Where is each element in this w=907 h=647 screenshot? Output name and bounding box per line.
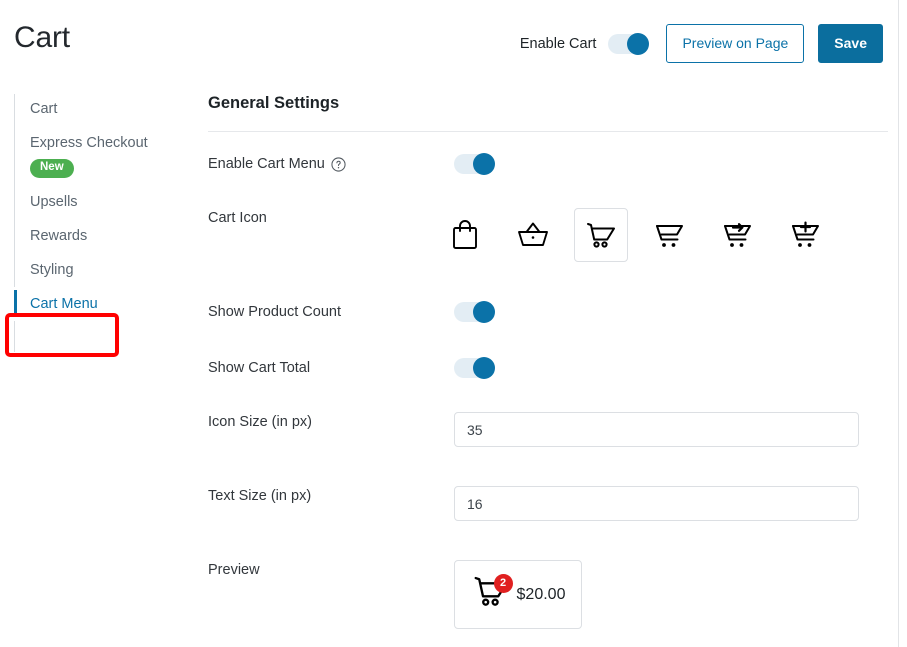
section-title: General Settings <box>208 94 340 112</box>
row-control: 2 $20.00 <box>454 560 888 629</box>
row-label: Cart Icon <box>208 208 454 226</box>
sidebar-item-label: Cart Menu <box>30 295 98 312</box>
show-cart-total-toggle[interactable] <box>454 357 495 379</box>
cart-icon-option-cart-plus[interactable] <box>778 208 832 262</box>
save-button[interactable]: Save <box>818 24 883 63</box>
section-divider <box>208 131 888 132</box>
sidebar-item-styling[interactable]: Styling <box>14 253 194 287</box>
cart-icon-options <box>438 208 888 262</box>
enable-cart-label: Enable Cart <box>519 35 597 52</box>
toggle-knob <box>473 301 495 323</box>
cart-plus-icon <box>788 219 822 251</box>
page-title: Cart <box>14 21 70 54</box>
shopping-cart-icon <box>584 219 618 251</box>
cart-settings-page: Cart Enable Cart Preview on Page Save Ca… <box>0 0 907 647</box>
preview-cart-icon-wrap: 2 <box>471 573 513 615</box>
enable-cart-toggle[interactable] <box>608 32 650 55</box>
sidebar-item-label: Express Checkout <box>30 135 148 151</box>
sidebar-item-upsells[interactable]: Upsells <box>14 185 194 219</box>
cart-icon-option-cart-arrow[interactable] <box>710 208 764 262</box>
sidebar-item-label: Upsells <box>30 193 78 210</box>
sidebar-item-label: Rewards <box>30 227 88 244</box>
new-badge: New <box>30 159 74 178</box>
row-control <box>454 412 888 447</box>
toggle-knob <box>473 153 495 175</box>
row-label: Enable Cart Menu <box>208 154 454 172</box>
row-show-cart-total: Show Cart Total <box>208 357 888 379</box>
row-label: Text Size (in px) <box>208 486 454 504</box>
show-product-count-toggle[interactable] <box>454 301 495 323</box>
shopping-bag-icon <box>450 219 480 251</box>
header-actions: Enable Cart Preview on Page Save <box>520 24 883 63</box>
text-size-input[interactable] <box>454 486 859 521</box>
sidebar-item-express-checkout[interactable]: Express Checkout New <box>14 126 194 185</box>
page-right-border <box>898 0 899 647</box>
cart-icon-option-cart-outline[interactable] <box>642 208 696 262</box>
row-label: Show Product Count <box>208 302 454 320</box>
row-label: Preview <box>208 560 454 578</box>
cart-icon-option-shopping-cart[interactable] <box>574 208 628 262</box>
row-label: Show Cart Total <box>208 358 454 376</box>
row-show-product-count: Show Product Count <box>208 301 888 323</box>
show-cart-total-label: Show Cart Total <box>208 360 311 376</box>
sidebar-nav: Cart Express Checkout New Upsells Reward… <box>14 92 194 352</box>
enable-cart-menu-toggle[interactable] <box>454 153 495 175</box>
sidebar-item-cart[interactable]: Cart <box>14 92 194 126</box>
row-control <box>454 486 888 521</box>
row-icon-size: Icon Size (in px) <box>208 412 888 447</box>
cart-count-badge: 2 <box>493 573 513 593</box>
sidebar-item-rewards[interactable]: Rewards <box>14 219 194 253</box>
preview-cart-total: $20.00 <box>516 585 566 603</box>
toggle-knob <box>627 32 650 55</box>
row-control <box>454 357 888 379</box>
icon-size-input[interactable] <box>454 412 859 447</box>
row-control <box>454 301 888 323</box>
cart-menu-preview: 2 $20.00 <box>454 560 582 629</box>
row-text-size: Text Size (in px) <box>208 486 888 521</box>
toggle-knob <box>473 357 495 379</box>
row-preview: Preview 2 $20.00 <box>208 560 888 629</box>
general-settings-panel: General Settings Enable Cart Menu Cart I… <box>208 94 888 629</box>
sidebar-item-cart-menu[interactable]: Cart Menu <box>14 286 194 321</box>
cart-icon-label: Cart Icon <box>208 210 267 226</box>
show-product-count-label: Show Product Count <box>208 304 341 320</box>
cart-icon-option-shopping-basket[interactable] <box>506 208 560 262</box>
cart-arrow-icon <box>720 219 754 251</box>
preview-on-page-button[interactable]: Preview on Page <box>666 24 805 63</box>
icon-size-label: Icon Size (in px) <box>208 414 312 430</box>
text-size-label: Text Size (in px) <box>208 488 312 504</box>
sidebar-item-label: Cart <box>30 101 58 117</box>
preview-label: Preview <box>208 562 260 578</box>
row-label: Icon Size (in px) <box>208 412 454 430</box>
enable-cart-group: Enable Cart <box>519 32 650 55</box>
cart-outline-icon <box>652 219 686 251</box>
row-enable-cart-menu: Enable Cart Menu <box>208 153 888 175</box>
sidebar-item-label: Styling <box>30 261 74 278</box>
cart-icon-option-shopping-bag[interactable] <box>438 208 492 262</box>
question-circle-icon[interactable] <box>331 156 346 172</box>
row-control <box>438 208 888 262</box>
enable-cart-menu-label: Enable Cart Menu <box>208 156 325 172</box>
row-control <box>454 153 888 175</box>
shopping-basket-icon <box>516 219 550 251</box>
row-cart-icon: Cart Icon <box>208 208 888 262</box>
